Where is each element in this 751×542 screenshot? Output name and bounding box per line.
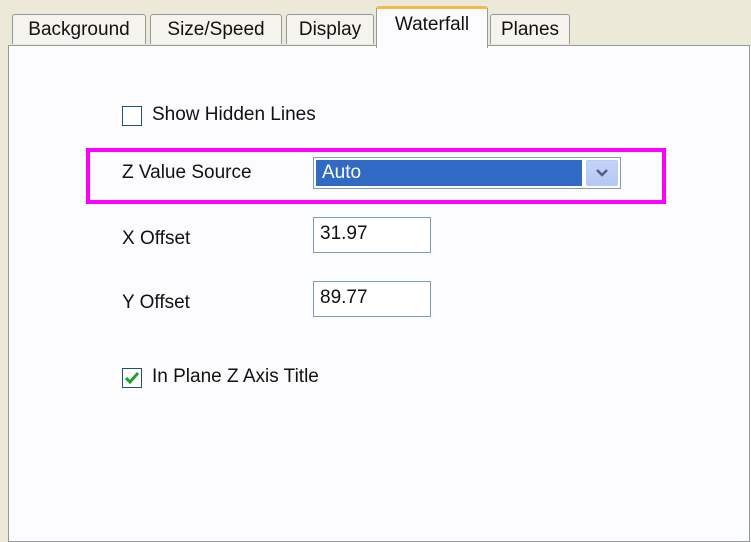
show-hidden-lines-label: Show Hidden Lines — [152, 104, 316, 125]
in-plane-z-axis-title-label: In Plane Z Axis Title — [152, 366, 319, 387]
show-hidden-lines-checkbox[interactable] — [122, 106, 142, 126]
checkmark-icon — [124, 372, 140, 385]
panel-content: Show Hidden Lines Z Value Source Auto X … — [0, 0, 751, 542]
z-value-source-combo[interactable]: Auto — [313, 157, 621, 189]
z-value-source-selected: Auto — [316, 160, 582, 186]
x-offset-input[interactable]: 31.97 — [313, 217, 431, 253]
z-value-source-label: Z Value Source — [122, 162, 252, 183]
y-offset-input[interactable]: 89.77 — [313, 281, 431, 317]
dialog-window: Background Size/Speed Display Waterfall … — [0, 0, 751, 542]
in-plane-z-axis-title-checkbox[interactable] — [122, 368, 142, 388]
chevron-down-icon[interactable] — [586, 160, 618, 186]
x-offset-label: X Offset — [122, 228, 191, 249]
y-offset-label: Y Offset — [122, 292, 190, 313]
